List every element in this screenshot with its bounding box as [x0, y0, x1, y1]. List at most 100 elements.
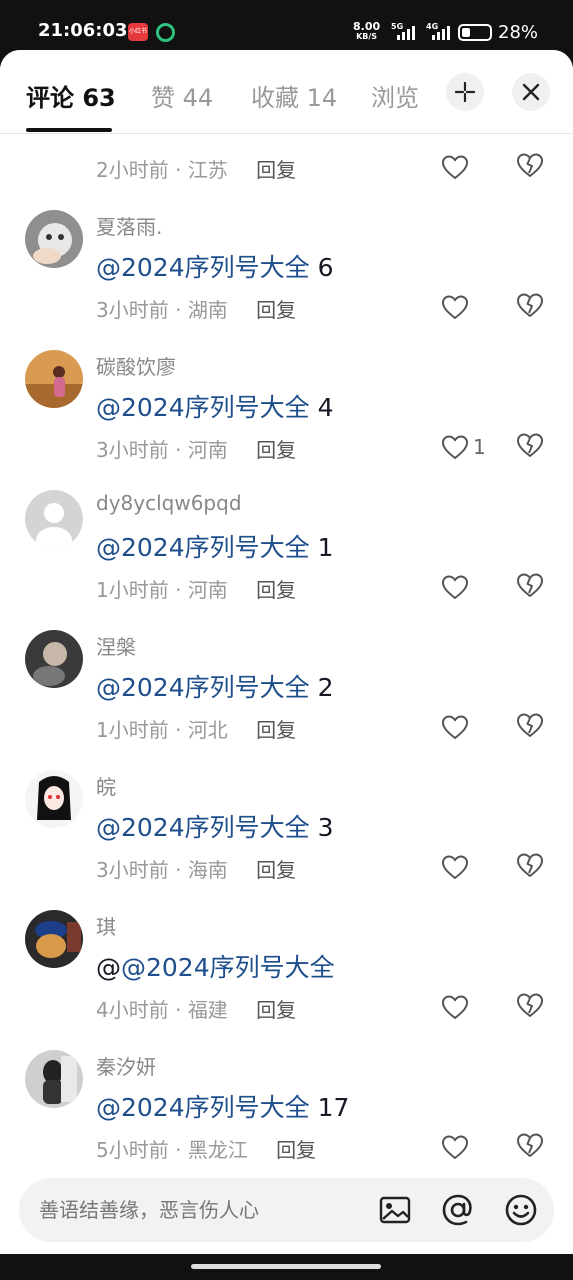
mention-link[interactable]: @2024序列号大全 [96, 393, 310, 422]
mention-link[interactable]: @2024序列号大全 [96, 673, 310, 702]
like-button[interactable] [441, 992, 473, 1022]
close-button[interactable] [512, 73, 550, 111]
tab-bar: 评论 63 赞 44 收藏 14 浏览 [0, 50, 573, 134]
broken-heart-icon [517, 713, 543, 737]
like-button[interactable] [441, 852, 473, 882]
username[interactable]: 碳酸饮廖 [96, 351, 176, 380]
username[interactable]: dy8yclqw6pqd [96, 491, 242, 515]
dislike-button[interactable] [516, 1132, 544, 1162]
mention-link[interactable]: @2024序列号大全 [96, 253, 310, 282]
comment-text: @2024序列号大全 2 [96, 673, 334, 702]
broken-heart-icon [517, 853, 543, 877]
username[interactable]: 夏落雨. [96, 211, 162, 240]
mention-link[interactable]: @2024序列号大全 [96, 533, 310, 562]
image-icon [379, 1196, 411, 1224]
comment-item: 涅槃 @2024序列号大全 2 1小时前 · 河北 回复 [0, 624, 573, 764]
avatar[interactable] [25, 490, 83, 548]
comment-item: 琪 @@2024序列号大全 4小时前 · 福建 回复 [0, 904, 573, 1044]
like-button[interactable] [441, 572, 473, 602]
signal-icon-1 [397, 24, 415, 40]
heart-icon [441, 855, 469, 880]
dislike-button[interactable] [516, 152, 544, 182]
username[interactable]: 琪 [96, 911, 116, 940]
comment-item: 皖 @2024序列号大全 3 3小时前 · 海南 回复 [0, 764, 573, 904]
like-button[interactable] [441, 152, 469, 182]
heart-icon [441, 1135, 469, 1160]
dislike-button[interactable] [516, 572, 544, 602]
comment-text: @@2024序列号大全 [96, 953, 335, 982]
mention-link[interactable]: @2024序列号大全 [96, 1093, 310, 1122]
avatar[interactable] [25, 350, 83, 408]
tab-likes[interactable]: 赞 44 [151, 78, 213, 113]
broken-heart-icon [517, 293, 543, 317]
username[interactable]: 皖 [96, 771, 116, 800]
dislike-button[interactable] [516, 292, 544, 322]
comment-item: 秦汐妍 @2024序列号大全 17 5小时前 · 黑龙江 回复 [0, 1044, 573, 1174]
avatar[interactable] [25, 1050, 83, 1108]
heart-icon [441, 715, 469, 740]
clock: 21:06:03 [38, 20, 128, 41]
comment-text: @2024序列号大全 1 [96, 533, 334, 562]
avatar[interactable] [25, 630, 83, 688]
broken-heart-icon [517, 153, 543, 177]
dislike-button[interactable] [516, 852, 544, 882]
image-button[interactable] [377, 1192, 413, 1228]
tab-favorites[interactable]: 收藏 14 [251, 78, 337, 113]
comment-text: @2024序列号大全 6 [96, 253, 334, 282]
comment-item: 碳酸饮廖 @2024序列号大全 4 3小时前 · 河南 回复 1 [0, 344, 573, 484]
username[interactable]: 涅槃 [96, 631, 136, 660]
broken-heart-icon [517, 433, 543, 457]
like-button[interactable]: 1 [441, 432, 486, 462]
comment-input[interactable] [39, 1194, 359, 1226]
dislike-button[interactable] [516, 992, 544, 1022]
comment-item: dy8yclqw6pqd @2024序列号大全 1 1小时前 · 河南 回复 [0, 484, 573, 624]
reply-button[interactable]: 回复 [256, 858, 296, 882]
mention-button[interactable] [440, 1192, 476, 1228]
like-button[interactable] [441, 292, 473, 322]
comment-meta: 3小时前 · 湖南 回复 [96, 298, 297, 322]
active-tab-indicator [26, 128, 112, 132]
comment-text: @2024序列号大全 17 [96, 1093, 350, 1122]
app-notification-icon: 小红书 [128, 23, 148, 41]
smiley-icon [505, 1194, 537, 1226]
like-button[interactable] [441, 1132, 473, 1162]
heart-icon [441, 575, 469, 600]
broken-heart-icon [517, 993, 543, 1017]
heart-icon [441, 435, 469, 460]
heart-icon [441, 295, 469, 320]
heart-icon [441, 995, 469, 1020]
avatar[interactable] [25, 210, 83, 268]
reply-button[interactable]: 回复 [256, 158, 296, 182]
comment-meta: 1小时前 · 河北 回复 [96, 718, 297, 742]
reply-button[interactable]: 回复 [256, 718, 296, 742]
reply-button[interactable]: 回复 [256, 578, 296, 602]
system-nav-bar [0, 1254, 573, 1280]
reply-button[interactable]: 回复 [256, 998, 296, 1022]
signal-icon-2 [432, 24, 450, 40]
tab-comments[interactable]: 评论 63 [26, 78, 116, 113]
home-gesture-handle[interactable] [191, 1264, 381, 1269]
username[interactable]: 秦汐妍 [96, 1051, 156, 1080]
emoji-button[interactable] [503, 1192, 539, 1228]
mention-link[interactable]: @2024序列号大全 [121, 953, 335, 982]
comments-sheet: 评论 63 赞 44 收藏 14 浏览 2小时前 · 江苏 回复 夏落雨. @2… [0, 50, 573, 1254]
avatar[interactable] [25, 910, 83, 968]
reply-button[interactable]: 回复 [256, 438, 296, 462]
dislike-button[interactable] [516, 432, 544, 462]
avatar[interactable] [25, 770, 83, 828]
comment-meta: 2小时前 · 江苏 回复 [96, 158, 297, 182]
mention-link[interactable]: @2024序列号大全 [96, 813, 310, 842]
like-button[interactable] [441, 712, 473, 742]
reply-button[interactable]: 回复 [256, 298, 296, 322]
comment-meta: 1小时前 · 河南 回复 [96, 578, 297, 602]
comment-list[interactable]: 2小时前 · 江苏 回复 夏落雨. @2024序列号大全 6 3小时前 · 湖南… [0, 134, 573, 1174]
reply-button[interactable]: 回复 [276, 1138, 316, 1162]
comment-meta: 3小时前 · 海南 回复 [96, 858, 297, 882]
broken-heart-icon [517, 1133, 543, 1157]
network-speed: 8.00 KB/S [353, 20, 381, 41]
comment-item: 夏落雨. @2024序列号大全 6 3小时前 · 湖南 回复 [0, 204, 573, 344]
collapse-button[interactable] [446, 73, 484, 111]
dislike-button[interactable] [516, 712, 544, 742]
at-icon [442, 1194, 472, 1226]
tab-views[interactable]: 浏览 [371, 78, 419, 113]
